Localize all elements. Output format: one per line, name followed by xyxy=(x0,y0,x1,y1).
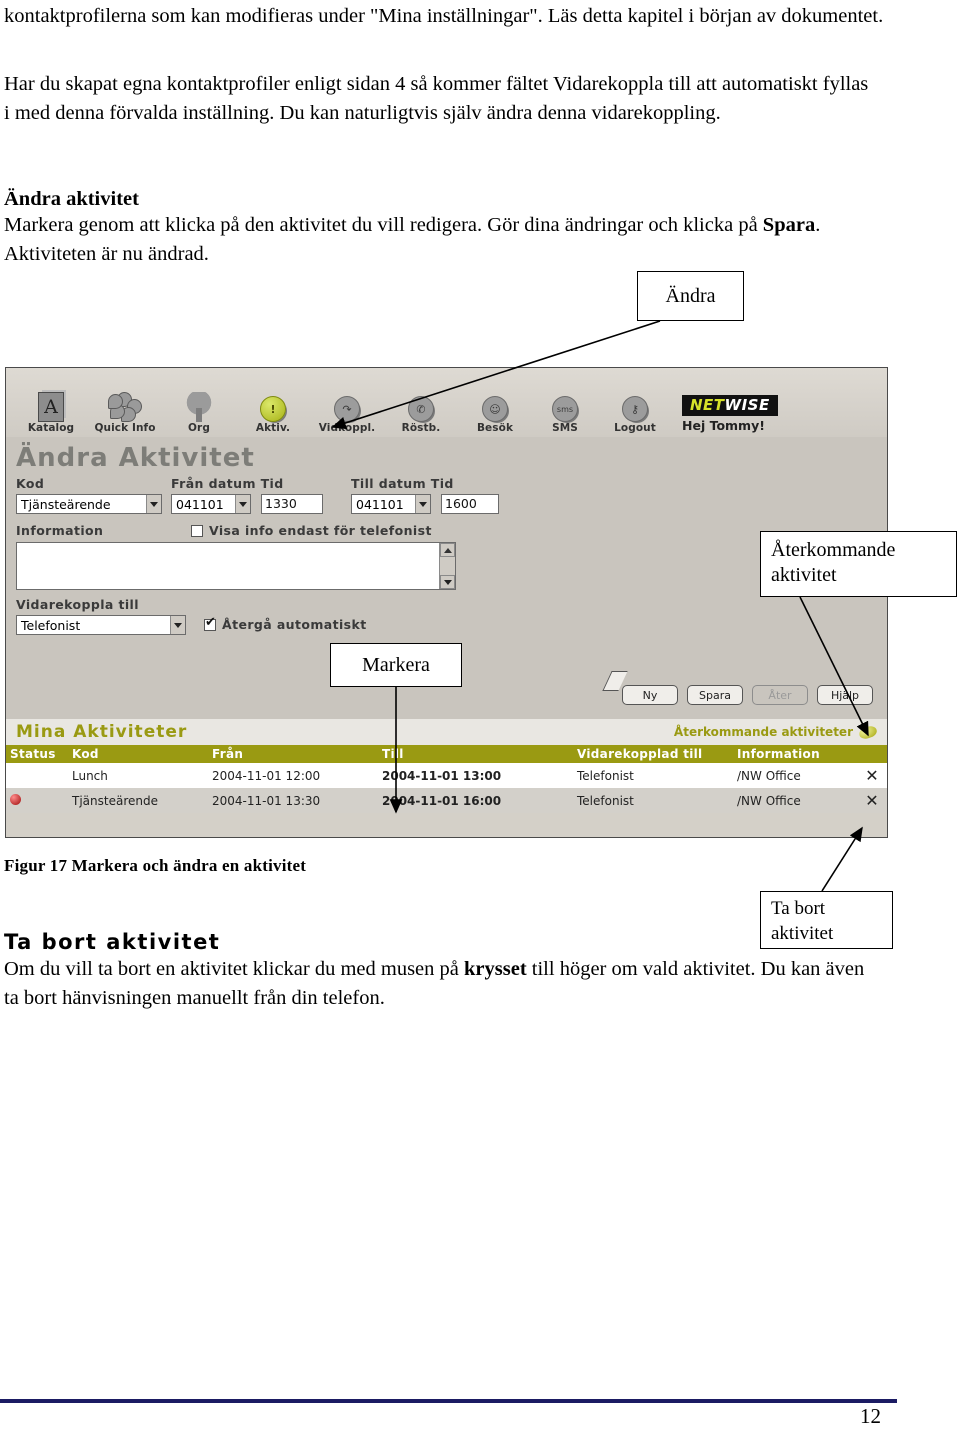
callout-andra: Ändra xyxy=(637,271,744,321)
document-page: kontaktprofilerna som kan modifieras und… xyxy=(0,0,960,1430)
callout-aterkommande-aktivitet: Återkommande aktivitet xyxy=(760,531,957,597)
callout-leader-lines xyxy=(331,320,869,892)
callout-markera: Markera xyxy=(330,643,462,687)
callout-ta-bort-aktivitet: Ta bort aktivitet xyxy=(760,891,893,949)
